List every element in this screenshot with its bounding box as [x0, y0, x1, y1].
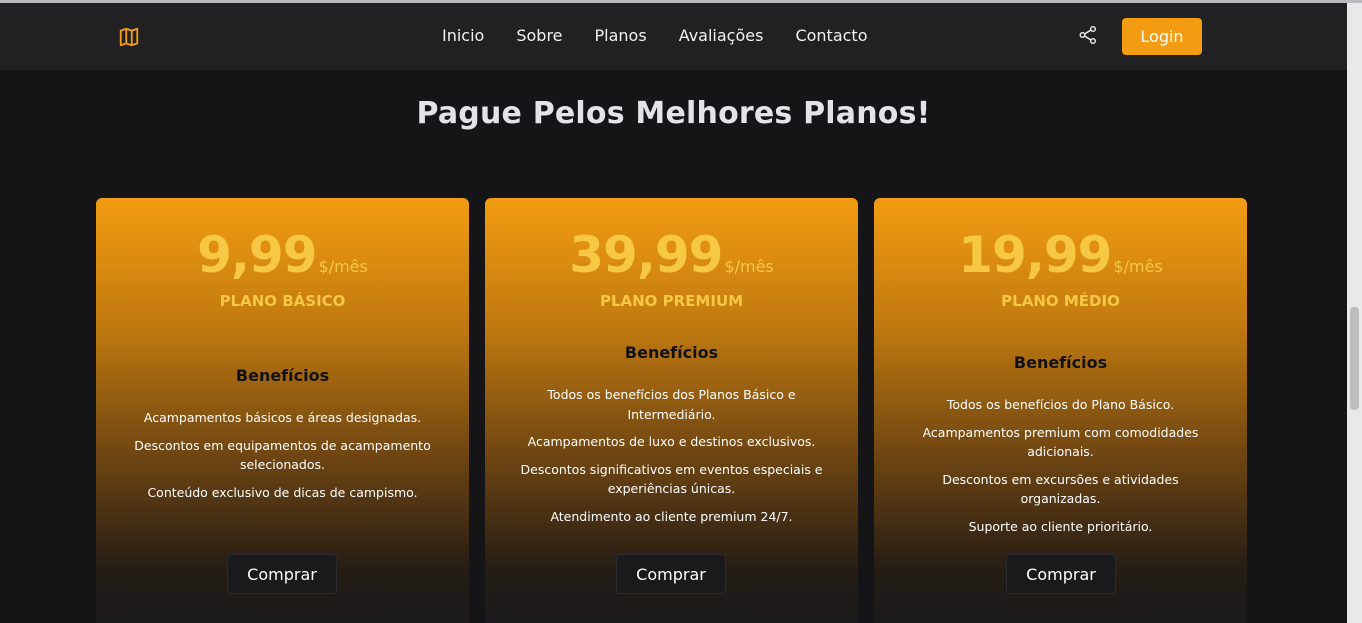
- benefit-item: Descontos em equipamentos de acampamento…: [134, 437, 431, 473]
- plan-card-premium: 39,99 $/mês PLANO PREMIUM Benefícios Todo…: [485, 198, 858, 623]
- plan-name: PLANO MÉDIO: [1001, 292, 1120, 310]
- plan-price: 9,99 $/mês: [96, 226, 469, 284]
- buy-button[interactable]: Comprar: [1006, 554, 1116, 594]
- plan-name: PLANO PREMIUM: [599, 292, 744, 310]
- benefit-item: Atendimento ao cliente premium 24/7.: [550, 508, 793, 524]
- main-nav: Inicio Sobre Planos Avaliações Contacto: [426, 25, 883, 47]
- nav-link-sobre[interactable]: Sobre: [500, 25, 578, 47]
- benefit-item: Todos os benefícios dos Planos Básico e …: [547, 387, 796, 422]
- benefit-item: Descontos em excursões e atividades orga…: [942, 471, 1179, 507]
- plan-name: PLANO BÁSICO: [219, 292, 346, 310]
- plan-card-basico: 9,99 $/mês PLANO BÁSICO Benefícios Acampa…: [96, 198, 469, 623]
- benefits-heading: Benefícios: [235, 366, 330, 385]
- price-amount: 39,99: [569, 226, 723, 284]
- benefit-item: Suporte ao cliente prioritário.: [968, 518, 1153, 534]
- nav-link-inicio[interactable]: Inicio: [426, 25, 500, 47]
- price-amount: 9,99: [197, 226, 317, 284]
- price-period: $/mês: [318, 257, 368, 276]
- benefit-item: Descontos significativos em eventos espe…: [520, 461, 823, 497]
- buy-button[interactable]: Comprar: [227, 554, 337, 594]
- map-icon[interactable]: [118, 26, 140, 48]
- benefit-item: Conteúdo exclusivo de dicas de campismo.: [147, 484, 418, 500]
- plan-price: 19,99 $/mês: [874, 226, 1247, 284]
- benefit-item: Acampamentos básicos e áreas designadas.: [143, 410, 422, 425]
- benefit-item: Todos os benefícios do Plano Básico.: [946, 397, 1175, 412]
- nav-link-contacto[interactable]: Contacto: [779, 25, 883, 47]
- share-icon[interactable]: [1078, 25, 1098, 45]
- navbar: Inicio Sobre Planos Avaliações Contacto …: [0, 3, 1347, 70]
- price-amount: 19,99: [958, 226, 1112, 284]
- benefits-list: Todos os benefícios dos Planos Básico e …: [515, 385, 828, 534]
- benefits-list: Todos os benefícios do Plano Básico. Aca…: [904, 395, 1217, 544]
- price-period: $/mês: [1113, 257, 1163, 276]
- benefits-heading: Benefícios: [624, 343, 719, 362]
- nav-link-avaliacoes[interactable]: Avaliações: [663, 25, 780, 47]
- benefit-item: Acampamentos de luxo e destinos exclusiv…: [527, 434, 816, 449]
- plan-price: 39,99 $/mês: [485, 226, 858, 284]
- buy-button[interactable]: Comprar: [616, 554, 726, 594]
- scrollbar-thumb[interactable]: [1350, 307, 1359, 410]
- plan-card-medio: 19,99 $/mês PLANO MÉDIO Benefícios Todos …: [874, 198, 1247, 623]
- benefit-item: Acampamentos premium com comodidades adi…: [922, 424, 1199, 460]
- page-title: Pague Pelos Melhores Planos!: [416, 96, 931, 131]
- benefits-list: Acampamentos básicos e áreas designadas.…: [126, 408, 439, 510]
- price-period: $/mês: [724, 257, 774, 276]
- login-button[interactable]: Login: [1122, 18, 1202, 55]
- benefits-heading: Benefícios: [1013, 353, 1108, 372]
- nav-link-planos[interactable]: Planos: [579, 25, 663, 47]
